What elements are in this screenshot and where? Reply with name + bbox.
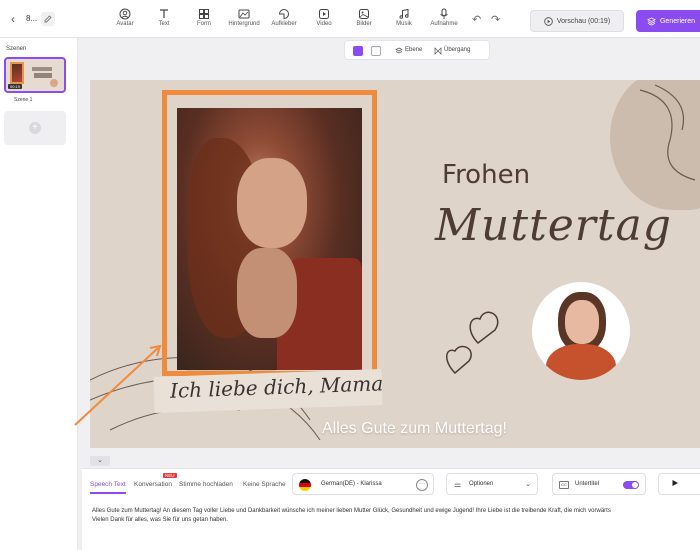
tool-avatar[interactable]: Avatar (103, 8, 147, 32)
generate-button[interactable]: Generieren (636, 10, 700, 32)
voice-name: German(DE) - Klarissa (321, 481, 382, 487)
play-button[interactable] (658, 473, 700, 495)
scene-canvas[interactable]: Ich liebe dich, Mama Frohen Muttertag Al… (90, 80, 700, 448)
undo-icon[interactable]: ↶ (472, 13, 481, 26)
options-label: Optionen (469, 481, 494, 487)
tool-recording[interactable]: Aufnahme (422, 8, 466, 32)
collapse-panel-chevron-icon[interactable]: ⌄ (90, 456, 110, 466)
thumbnail-heading-script (34, 73, 52, 78)
microphone-icon (440, 8, 448, 19)
back-arrow-icon[interactable]: ‹ (6, 12, 20, 26)
play-icon (672, 480, 678, 486)
avatar-blouse (546, 344, 616, 380)
stack-icon (647, 16, 656, 26)
script-panel: Speech Text Konversation NEU Stimme hoch… (82, 468, 700, 550)
tool-avatar-label: Avatar (116, 21, 134, 27)
photo-arm (237, 248, 297, 338)
preview-label: Vorschau (00:19) (556, 17, 611, 25)
sliders-icon: ⚌ (454, 480, 462, 489)
more-options-icon[interactable]: ··· (416, 479, 428, 491)
top-toolbar: ‹ 8... Avatar Text Form Hintergrund Aufk… (0, 0, 700, 38)
scene-duration: 00:19 (8, 84, 23, 89)
voice-selector[interactable]: German(DE) - Klarissa ··· (292, 473, 434, 495)
german-flag-icon (299, 479, 311, 491)
scenes-panel: Szenen 00:19 Szene 1 + (0, 38, 78, 550)
tool-text[interactable]: Text (142, 8, 186, 32)
tool-sticker[interactable]: Aufkleber (262, 8, 306, 32)
layers-icon (395, 47, 403, 54)
text-icon (160, 9, 168, 18)
project-name[interactable]: 8... (26, 14, 37, 23)
tool-form-label: Form (197, 21, 211, 27)
tab-upload-voice[interactable]: Stimme hochladen (179, 481, 233, 488)
plus-icon: + (29, 122, 41, 134)
canvas-toolbar: Ebene Übergang (344, 40, 490, 60)
tool-video-label: Video (316, 21, 332, 27)
transition-icon (434, 47, 442, 55)
subtitles-label: Untertitel (575, 481, 600, 487)
avatar-face (565, 300, 599, 344)
tool-recording-label: Aufnahme (430, 21, 458, 27)
script-textarea[interactable]: Alles Gute zum Muttertag! An diesem Tag … (92, 507, 692, 533)
play-circle-icon (544, 16, 553, 26)
tab-conversation[interactable]: Konversation (134, 481, 172, 488)
heading-muttertag[interactable]: Muttertag (435, 200, 672, 251)
avatar-icon (119, 8, 131, 20)
tool-text-label: Text (158, 21, 170, 27)
add-scene-button[interactable]: + (4, 111, 66, 145)
hearts-icon (446, 311, 499, 375)
tool-music-label: Musik (396, 21, 412, 27)
thumbnail-avatar (50, 79, 58, 87)
annotation-arrow (74, 344, 162, 426)
cc-icon: CC (559, 481, 569, 489)
layer-button[interactable]: Ebene (405, 47, 422, 53)
music-icon (399, 8, 409, 19)
scene-label: Szene 1 (14, 97, 33, 103)
tool-form[interactable]: Form (182, 8, 226, 32)
redo-icon[interactable]: ↷ (491, 13, 500, 26)
rename-edit-icon[interactable] (41, 12, 55, 26)
thumbnail-heading (32, 67, 52, 71)
subtitles-control: CC Untertitel (552, 473, 646, 495)
subtitles-toggle[interactable] (623, 481, 639, 489)
transition-button[interactable]: Übergang (444, 47, 470, 53)
subtitle-text[interactable]: Alles Gute zum Muttertag! (322, 420, 507, 438)
background-icon (238, 9, 250, 19)
tab-no-speech[interactable]: Keine Sprache (243, 481, 286, 488)
heading-frohen[interactable]: Frohen (442, 160, 530, 190)
sticker-icon (278, 9, 289, 20)
scene-thumbnail[interactable]: 00:19 (4, 57, 66, 93)
color-swatch-purple[interactable] (353, 46, 363, 56)
image-icon (359, 9, 369, 19)
tool-video[interactable]: Video (302, 8, 346, 32)
tool-sticker-label: Aufkleber (271, 21, 297, 27)
thumbnail-photo (10, 62, 24, 84)
tab-speech-text[interactable]: Speech Text (90, 481, 126, 494)
decor-swirl-top-right (639, 84, 696, 181)
video-icon (319, 9, 329, 19)
chevron-down-icon: ⌄ (525, 481, 531, 488)
color-swatch-white[interactable] (371, 46, 381, 56)
new-badge: NEU (163, 473, 177, 478)
tool-images[interactable]: Bilder (342, 8, 386, 32)
shapes-icon (199, 9, 209, 19)
photo-face (237, 158, 307, 248)
scenes-title: Szenen (6, 46, 27, 52)
options-dropdown[interactable]: ⚌ Optionen ⌄ (446, 473, 538, 495)
mother-photo[interactable] (177, 108, 362, 370)
preview-button[interactable]: Vorschau (00:19) (530, 10, 624, 32)
avatar-presenter[interactable] (532, 282, 630, 380)
tool-images-label: Bilder (356, 21, 372, 27)
tool-background[interactable]: Hintergrund (222, 8, 266, 32)
tool-background-label: Hintergrund (228, 21, 260, 27)
tool-music[interactable]: Musik (382, 8, 426, 32)
generate-label: Generieren (659, 17, 696, 25)
